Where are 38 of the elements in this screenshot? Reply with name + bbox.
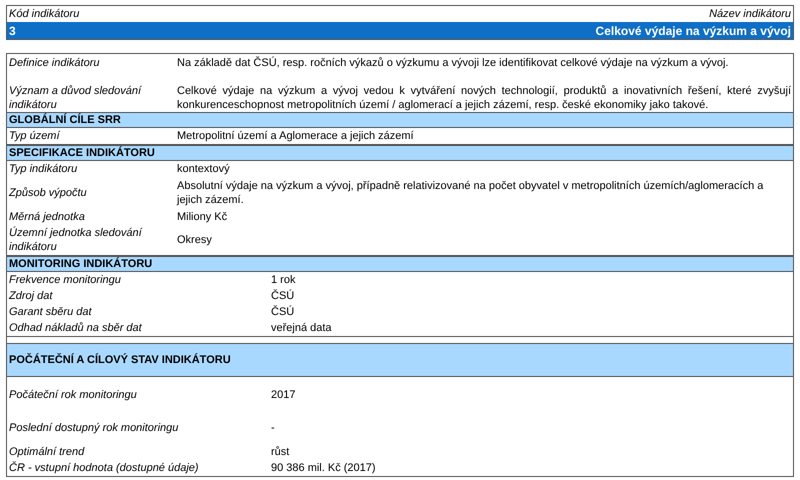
field-label: ČR - vstupní hodnota (dostupné údaje) <box>9 461 200 475</box>
name-label: Název indikátoru <box>709 7 791 21</box>
field-value: Okresy <box>177 233 213 247</box>
code-label: Kód indikátoru <box>9 7 80 21</box>
field-value: Miliony Kč <box>177 210 228 224</box>
field-value: veřejná data <box>271 321 333 335</box>
field-value: ČSÚ <box>271 289 296 303</box>
field-value: 90 386 mil. Kč (2017) <box>271 461 377 475</box>
indicator-code: 3 <box>9 24 16 38</box>
field-value: Absolutní výdaje na výzkum a vývoj, případně relativizované na počet obyvatel v metropolitních územích/aglomeracích a jejich zázemí. <box>177 179 764 207</box>
indicator-name: Celkové výdaje na výzkum a vývoj <box>596 24 791 38</box>
field-value: Metropolitní území a Aglomerace a jejich zázemí <box>177 129 415 143</box>
field-value: 2017 <box>271 388 296 402</box>
field-label: Optimální trend <box>9 445 86 459</box>
field-label: Typ indikátoru <box>9 162 78 176</box>
field-label: Územní jednotka sledování indikátoru <box>9 226 144 254</box>
field-label: Měrná jednotka <box>9 210 86 224</box>
field-label: Garant sběru dat <box>9 305 93 319</box>
field-value: Na základě dat ČSÚ, resp. ročních výkazů o výzkumu a vývoji lze identifikovat celkové výdaje na výzkum a vývoj. <box>177 56 730 71</box>
field-label: Typ území <box>9 129 62 143</box>
field-label: Počáteční rok monitoringu <box>9 388 138 402</box>
field-value: kontextový <box>177 162 231 176</box>
field-label: Definice indikátoru <box>9 56 100 71</box>
field-value: 1 rok <box>271 273 296 287</box>
field-value: ČSÚ <box>271 305 296 319</box>
field-label: Odhad nákladů na sběr dat <box>9 321 143 335</box>
field-label: Význam a důvod sledování indikátoru <box>9 84 143 112</box>
field-label: Poslední dostupný rok monitoringu <box>9 421 180 435</box>
field-label: Frekvence monitoringu <box>9 273 122 287</box>
field-value: - <box>271 421 276 435</box>
field-value: růst <box>271 445 290 459</box>
field-label: Zdroj dat <box>9 289 54 303</box>
section-header: SPECIFIKACE INDIKÁTORU <box>7 145 793 161</box>
section-header: MONITORING INDIKÁTORU <box>7 256 793 272</box>
field-label: Způsob výpočtu <box>9 186 88 200</box>
section-header: POČÁTEČNÍ A CÍLOVÝ STAV INDIKÁTORU <box>6 343 794 377</box>
section-header: GLOBÁLNÍ CÍLE SRR <box>7 112 793 128</box>
field-value: Celkové výdaje na výzkum a vývoj vedou k vytváření nových technologií, produktů a inovativních řešení, které zvyšují konkurenceschopnost metropolitních území / aglomerací a jejich zázemí, resp. české ekonomiky jako takové. <box>177 84 791 112</box>
